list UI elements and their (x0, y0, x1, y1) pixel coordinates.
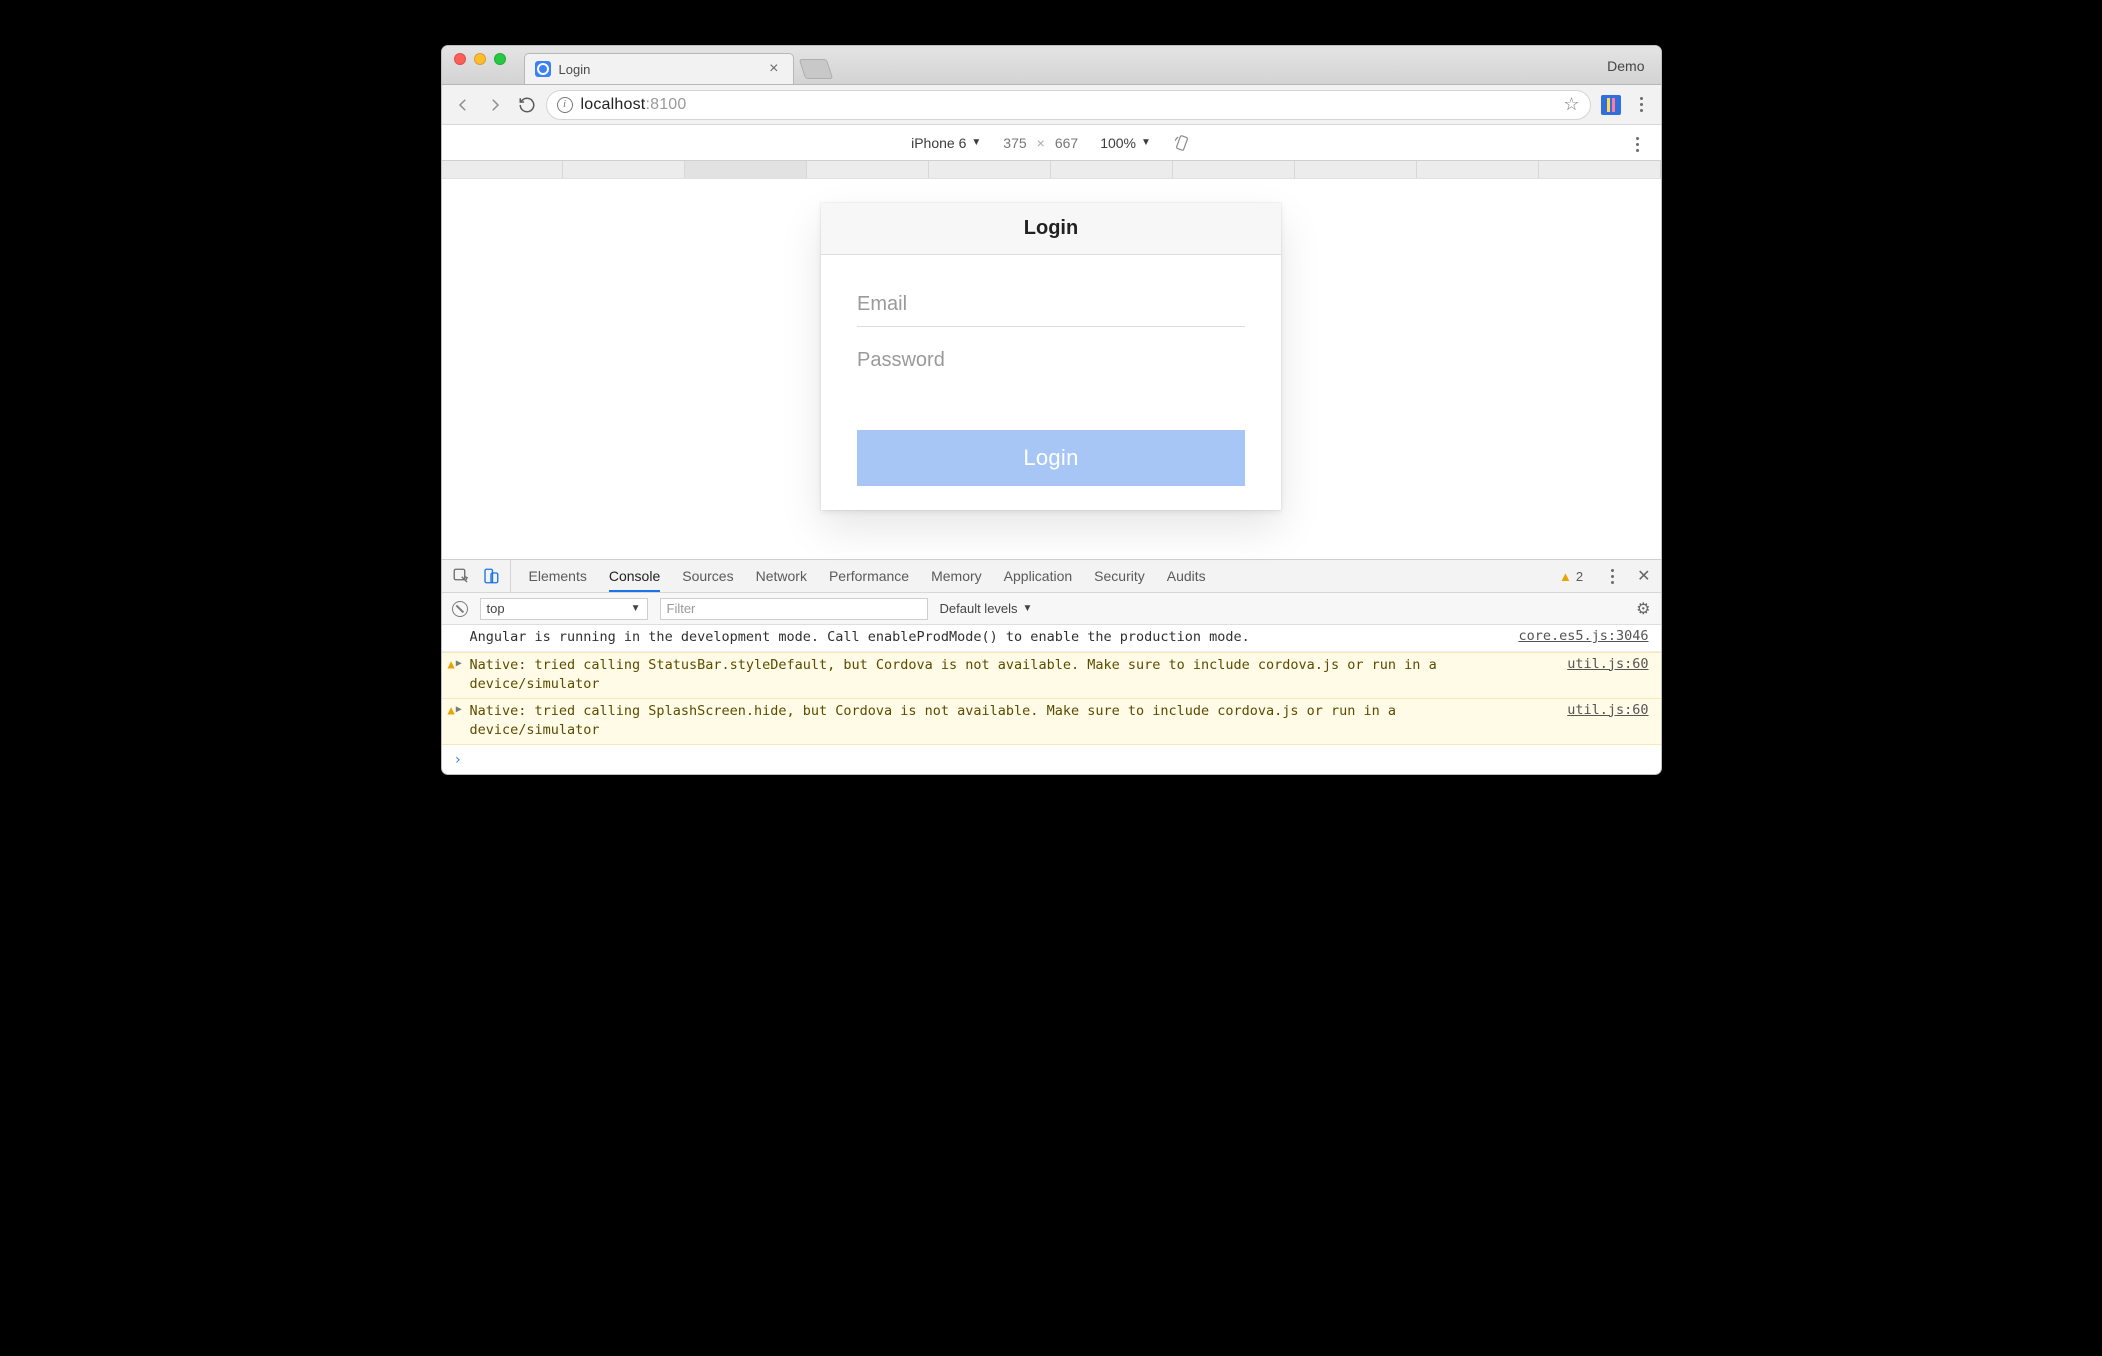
console-message-text: Native: tried calling StatusBar.styleDef… (470, 656, 1509, 695)
chevron-down-icon: ▼ (971, 137, 981, 148)
app-header: Login (821, 203, 1281, 255)
toolbar: i localhost:8100 ☆ (442, 85, 1661, 125)
rotate-button[interactable] (1173, 134, 1191, 152)
devtools-tab-performance[interactable]: Performance (829, 560, 909, 592)
dimension-x: × (1037, 135, 1045, 151)
tab-strip: Login × Demo (442, 46, 1661, 85)
console-message[interactable]: Angular is running in the development mo… (442, 625, 1661, 652)
browser-menu-button[interactable] (1631, 94, 1653, 116)
reload-button[interactable] (514, 92, 540, 118)
back-button[interactable] (450, 92, 476, 118)
device-width: 375 (1003, 135, 1026, 151)
console-message-source[interactable]: core.es5.js:3046 (1506, 628, 1648, 648)
console-prompt[interactable]: › (442, 745, 1661, 774)
tab-close-button[interactable]: × (765, 59, 782, 79)
log-levels-select[interactable]: Default levels ▼ (940, 601, 1033, 616)
console-message-source[interactable]: util.js:60 (1509, 702, 1649, 741)
chevron-down-icon: ▼ (631, 603, 641, 614)
console-message-source[interactable]: util.js:60 (1509, 656, 1649, 695)
console-message-text: Angular is running in the development mo… (470, 628, 1507, 648)
password-field[interactable] (857, 341, 1245, 382)
disclosure-triangle-icon[interactable]: ▶ (456, 658, 462, 669)
device-select[interactable]: iPhone 6 ▼ (911, 135, 981, 151)
window-close-button[interactable] (454, 53, 466, 65)
devtools-tab-sources[interactable]: Sources (682, 560, 733, 592)
warning-count-badge[interactable]: ▲ 2 (1559, 569, 1583, 584)
devtools-menu-button[interactable] (1601, 565, 1623, 587)
devtools-close-button[interactable]: ✕ (1637, 566, 1650, 586)
login-button[interactable]: Login (857, 430, 1245, 486)
context-select[interactable]: top ▼ (480, 598, 648, 620)
devtools-tab-application[interactable]: Application (1004, 560, 1073, 592)
devtools-tab-network[interactable]: Network (756, 560, 807, 592)
console-output: Angular is running in the development mo… (442, 625, 1661, 745)
device-dimensions[interactable]: 375 × 667 (1003, 135, 1078, 151)
console-toolbar: top ▼ Default levels ▼ ⚙ (442, 593, 1661, 625)
devtools-tab-audits[interactable]: Audits (1167, 560, 1206, 592)
zoom-select[interactable]: 100% ▼ (1100, 135, 1151, 151)
url-port: :8100 (645, 96, 686, 113)
browser-tab[interactable]: Login × (524, 53, 794, 84)
devtools-tab-elements[interactable]: Elements (529, 560, 587, 592)
login-form: Login (821, 255, 1281, 510)
forward-button[interactable] (482, 92, 508, 118)
extension-icon[interactable] (1601, 95, 1621, 115)
disclosure-triangle-icon[interactable]: ▶ (456, 704, 462, 715)
url-host: localhost (581, 96, 646, 113)
device-name: iPhone 6 (911, 135, 966, 151)
warning-count: 2 (1576, 569, 1583, 584)
console-message-text: Native: tried calling SplashScreen.hide,… (470, 702, 1509, 741)
console-message[interactable]: ▲▶ Native: tried calling SplashScreen.hid… (442, 699, 1661, 745)
new-tab-button[interactable] (798, 59, 832, 79)
console-settings-button[interactable]: ⚙ (1636, 599, 1650, 619)
app-frame: Login Login (821, 203, 1281, 510)
site-info-icon[interactable]: i (557, 97, 573, 113)
bookmark-star-icon[interactable]: ☆ (1563, 94, 1579, 115)
zoom-value: 100% (1100, 135, 1136, 151)
app-title: Login (1024, 217, 1078, 240)
window-controls (450, 46, 506, 84)
page-viewport: Login Login (442, 179, 1661, 559)
device-toolbar: iPhone 6 ▼ 375 × 667 100% ▼ (442, 125, 1661, 161)
warning-icon: ▲ (1559, 569, 1572, 584)
chevron-down-icon: ▼ (1023, 603, 1033, 614)
prompt-caret-icon: › (454, 752, 462, 768)
levels-label: Default levels (940, 601, 1018, 616)
console-filter-input[interactable] (660, 598, 928, 620)
browser-window: Login × Demo i localhost:8100 ☆ iPh (441, 45, 1662, 775)
tab-title: Login (559, 62, 591, 77)
inspect-element-icon[interactable] (452, 567, 470, 585)
url-text: localhost:8100 (581, 96, 687, 114)
responsive-ruler[interactable] (442, 161, 1661, 179)
window-minimize-button[interactable] (474, 53, 486, 65)
device-toolbar-menu[interactable] (1627, 133, 1649, 155)
console-message[interactable]: ▲▶ Native: tried calling StatusBar.styleD… (442, 652, 1661, 699)
clear-console-button[interactable] (452, 601, 468, 617)
devtools-tabbar: Elements Console Sources Network Performance… (442, 559, 1661, 593)
context-value: top (487, 601, 505, 616)
device-height: 667 (1055, 135, 1078, 151)
profile-label[interactable]: Demo (1607, 58, 1650, 84)
devtools-tab-console[interactable]: Console (609, 560, 660, 592)
window-zoom-button[interactable] (494, 53, 506, 65)
warning-icon: ▲ (448, 657, 455, 671)
devtools-tab-memory[interactable]: Memory (931, 560, 982, 592)
device-mode-icon[interactable] (482, 567, 500, 585)
email-field[interactable] (857, 285, 1245, 327)
devtools-tab-security[interactable]: Security (1094, 560, 1145, 592)
tab-favicon (535, 61, 551, 77)
chevron-down-icon: ▼ (1141, 137, 1151, 148)
address-bar[interactable]: i localhost:8100 ☆ (546, 90, 1591, 120)
warning-icon: ▲ (448, 703, 455, 717)
